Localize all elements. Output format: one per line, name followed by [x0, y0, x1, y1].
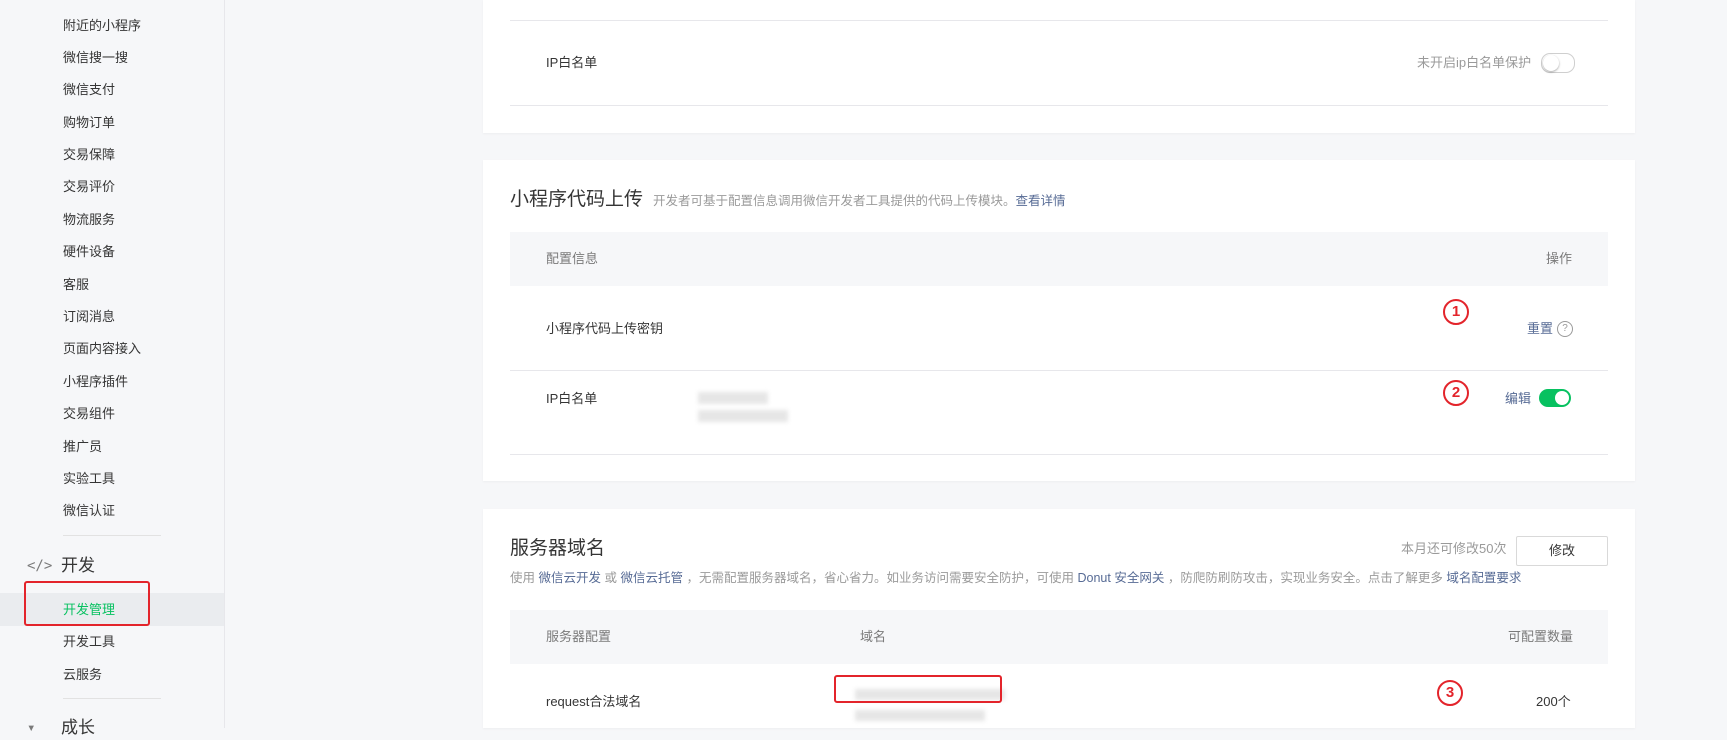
- divider: [510, 20, 1608, 21]
- server-domain-title: 服务器域名: [510, 538, 606, 559]
- col-server-config: 服务器配置: [546, 629, 612, 644]
- request-domain-count: 200个: [1536, 694, 1571, 709]
- sidebar-item-logistics[interactable]: 物流服务: [63, 210, 115, 230]
- ip-whitelist-card: IP白名单 未开启ip白名单保护: [483, 0, 1635, 133]
- divider: [510, 105, 1608, 106]
- view-details-link[interactable]: 查看详情: [1016, 194, 1066, 208]
- help-icon[interactable]: ?: [1557, 321, 1573, 337]
- sidebar-section-growth[interactable]: ▾ 成长: [27, 716, 95, 740]
- sidebar-item-subscribe[interactable]: 订阅消息: [63, 307, 115, 327]
- server-domain-card: 服务器域名 本月还可修改50次 修改 使用 微信云开发 或 微信云托管 ，无需配…: [483, 509, 1635, 728]
- table-header: [510, 232, 1608, 286]
- desc-text: ，无需配置服务器域名，省心省力。如业务访问需要安全防护，可使用: [686, 571, 1075, 585]
- desc-text: ，防爬防刷防攻击，实现业务安全。点击了解更多: [1167, 571, 1443, 585]
- code-upload-title: 小程序代码上传: [510, 189, 644, 210]
- col-config: 配置信息: [546, 251, 599, 266]
- ip-whitelist-row-label: IP白名单: [546, 391, 598, 406]
- code-upload-desc-text: 开发者可基于配置信息调用微信开发者工具提供的代码上传模块。: [653, 194, 1016, 208]
- donut-gateway-link[interactable]: Donut 安全网关: [1078, 571, 1165, 585]
- ip-protect-label: 未开启ip白名单保护: [1417, 55, 1532, 70]
- sidebar-item-components[interactable]: 交易组件: [63, 404, 115, 424]
- annotation-marker-3: 3: [1437, 680, 1463, 706]
- code-upload-desc: 开发者可基于配置信息调用微信开发者工具提供的代码上传模块。查看详情: [653, 191, 1066, 211]
- desc-text: 或: [604, 571, 618, 585]
- sidebar-divider: [63, 698, 161, 699]
- table-header: [510, 610, 1608, 664]
- server-domain-desc: 使用 微信云开发 或 微信云托管 ，无需配置服务器域名，省心省力。如业务访问需要…: [510, 568, 1521, 588]
- modify-button[interactable]: 修改: [1516, 536, 1608, 566]
- sidebar-item-nearby[interactable]: 附近的小程序: [63, 16, 141, 36]
- sidebar-section-dev[interactable]: </> 开发: [27, 554, 95, 578]
- cloud-dev-link[interactable]: 微信云开发: [539, 571, 602, 585]
- sidebar-divider: [63, 535, 161, 536]
- upload-key-label: 小程序代码上传密钥: [546, 321, 664, 336]
- growth-icon: ▾: [27, 720, 36, 736]
- code-icon: </>: [27, 558, 53, 574]
- ip-protect-toggle[interactable]: [1541, 53, 1575, 73]
- sidebar-item-lab[interactable]: 实验工具: [63, 469, 115, 489]
- sidebar-item-pay[interactable]: 微信支付: [63, 80, 115, 100]
- sidebar-item-content[interactable]: 页面内容接入: [63, 339, 141, 359]
- annotation-box-domain: [834, 675, 1002, 703]
- divider: [510, 370, 1608, 371]
- modify-quota: 本月还可修改50次: [1401, 541, 1507, 556]
- ip-whitelist-label: IP白名单: [546, 55, 598, 70]
- sidebar-item-promoter[interactable]: 推广员: [63, 437, 102, 457]
- annotation-marker-1: 1: [1443, 299, 1469, 325]
- sidebar-item-search[interactable]: 微信搜一搜: [63, 48, 128, 68]
- col-domain: 域名: [860, 629, 887, 644]
- annotation-marker-2: 2: [1443, 380, 1469, 406]
- redacted-domain: [855, 710, 985, 721]
- domain-requirements-link[interactable]: 域名配置要求: [1446, 571, 1521, 585]
- divider: [510, 454, 1608, 455]
- sidebar-item-plugins[interactable]: 小程序插件: [63, 372, 128, 392]
- redacted-ip: [698, 392, 768, 404]
- ip-whitelist-toggle[interactable]: [1539, 389, 1571, 407]
- edit-button[interactable]: 编辑: [1505, 389, 1531, 409]
- sidebar-item-verify[interactable]: 微信认证: [63, 501, 115, 521]
- sidebar-item-orders[interactable]: 购物订单: [63, 113, 115, 133]
- desc-text: 使用: [510, 571, 536, 585]
- sidebar-item-service[interactable]: 客服: [63, 275, 89, 295]
- reset-button[interactable]: 重置: [1527, 319, 1553, 339]
- col-count: 可配置数量: [1508, 629, 1574, 644]
- col-action: 操作: [1546, 251, 1573, 266]
- request-domain-label: request合法域名: [546, 694, 642, 709]
- sidebar-section-dev-title: 开发: [61, 556, 95, 575]
- sidebar-item-hardware[interactable]: 硬件设备: [63, 242, 115, 262]
- code-upload-card: 小程序代码上传 开发者可基于配置信息调用微信开发者工具提供的代码上传模块。查看详…: [483, 160, 1635, 481]
- sidebar-item-guarantee[interactable]: 交易保障: [63, 145, 115, 165]
- sidebar-item-review[interactable]: 交易评价: [63, 177, 115, 197]
- cloud-host-link[interactable]: 微信云托管: [621, 571, 684, 585]
- annotation-box-dev-manage: [24, 581, 150, 626]
- sidebar-section-growth-title: 成长: [61, 718, 95, 737]
- redacted-ip: [698, 410, 788, 422]
- sidebar-item-dev-tools[interactable]: 开发工具: [63, 632, 115, 652]
- sidebar-item-cloud[interactable]: 云服务: [63, 665, 102, 685]
